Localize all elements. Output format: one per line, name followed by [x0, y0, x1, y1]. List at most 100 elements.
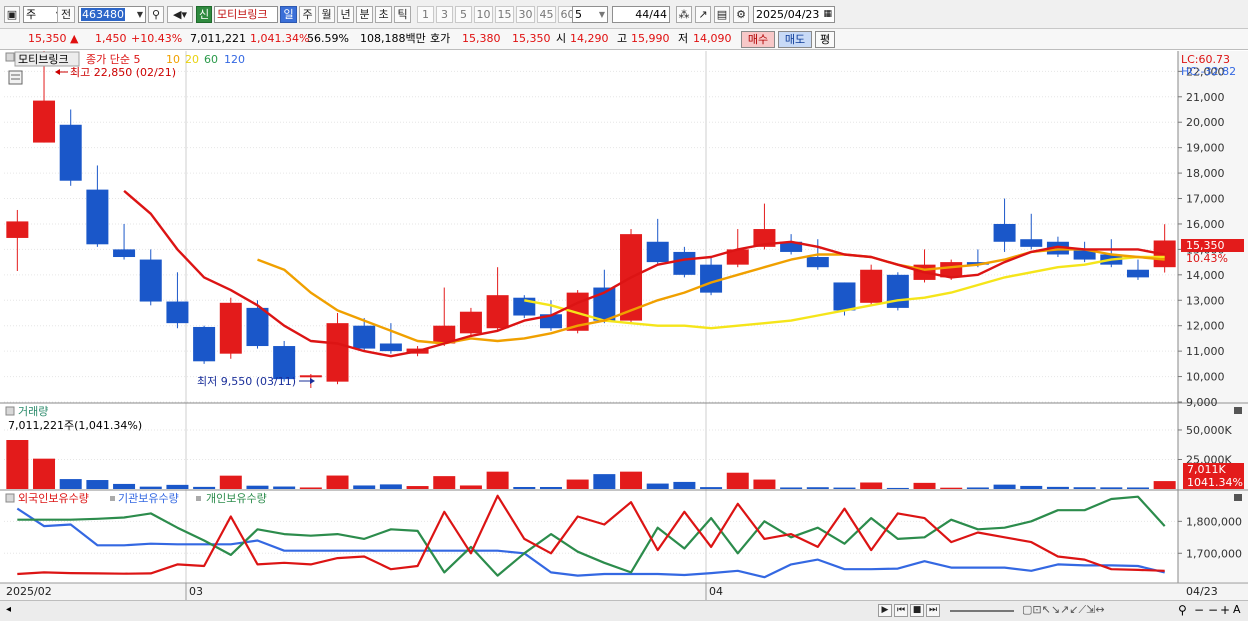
quote-info-bar: 15,350 ▲ 1,450 +10.43% 7,011,221 1,041.3… — [0, 29, 1248, 50]
buy-button[interactable]: 매수 — [741, 31, 775, 48]
volume-bar — [6, 440, 29, 489]
evaluate-button[interactable]: 평 — [815, 31, 835, 48]
period-tab[interactable]: 틱 — [394, 6, 411, 23]
scroll-left-icon[interactable]: ◂ — [6, 603, 11, 617]
pane-handle-icon[interactable] — [5, 493, 15, 503]
volume-bar — [246, 485, 269, 489]
sell-button[interactable]: 매도 — [778, 31, 812, 48]
volume-bar — [353, 485, 376, 489]
legend-ma60: 60 — [204, 53, 218, 66]
candle-body — [1020, 239, 1043, 247]
volume-bar — [539, 486, 562, 489]
volume-bar — [379, 484, 402, 489]
candle-body — [6, 221, 29, 238]
volume-bar — [1153, 481, 1176, 489]
candle-body — [459, 311, 482, 334]
zoom-slider[interactable] — [950, 610, 1014, 612]
period-tab[interactable]: 일 — [280, 6, 297, 23]
volume-bar — [833, 487, 856, 489]
save-icon[interactable]: ▤ — [714, 6, 730, 23]
candle-body — [673, 251, 696, 275]
play-icon[interactable]: ▶ — [878, 604, 892, 617]
volume-pct-tag-text: 1041.34% — [1187, 476, 1243, 489]
volume-bar — [459, 485, 482, 489]
period-tab[interactable]: 초 — [375, 6, 392, 23]
volume-bar — [33, 458, 56, 489]
volume-bar — [1046, 486, 1069, 489]
y-tick-label: 14,000 — [1186, 269, 1225, 282]
volume-bar — [780, 487, 803, 489]
speaker-icon[interactable]: ◀▾ — [167, 6, 193, 23]
data-count-field[interactable]: 44/44 — [612, 6, 670, 23]
gear-icon[interactable]: ⚙ — [733, 6, 749, 23]
volume-bar — [486, 471, 509, 489]
stock-name-field[interactable]: 모티브링크 — [214, 6, 278, 23]
candle-body — [299, 375, 322, 378]
y-tick-label: 21,000 — [1186, 91, 1225, 104]
stop-icon[interactable]: ■ — [910, 604, 924, 617]
volume-bar — [1073, 487, 1096, 489]
date-field[interactable]: 2025/04/23 ▦ — [753, 6, 835, 23]
current-price: 15,350 ▲ — [28, 32, 79, 45]
period-tab[interactable]: 년 — [337, 6, 354, 23]
draw-tool-icon[interactable]: ↗ — [695, 6, 711, 23]
pane-handle-icon[interactable] — [5, 52, 15, 62]
minus-icon[interactable]: − — [1208, 603, 1218, 617]
candle-body — [353, 325, 376, 349]
interval-tab[interactable]: 45 — [537, 6, 556, 23]
zoom-out-icon[interactable]: − — [1194, 603, 1204, 617]
interval-tab[interactable]: 30 — [516, 6, 535, 23]
window-menu-icon[interactable]: ▣ — [4, 6, 20, 23]
interval-tab[interactable]: 5 — [455, 6, 472, 23]
legend-individual: 개인보유수량 — [206, 492, 267, 505]
stock-code-input[interactable]: 463480 ▼ — [78, 6, 146, 23]
candle-body — [993, 223, 1016, 242]
volume-bar — [1126, 487, 1149, 489]
volume-bar — [753, 479, 776, 489]
legend-marker — [110, 496, 115, 501]
indicator-icon[interactable]: ⁂ — [676, 6, 692, 23]
zoom-icon[interactable]: ⚲ — [1178, 603, 1187, 617]
drawing-tools-icon[interactable]: ▢⊡↖↘↗↙⟋⇲↔ — [1022, 603, 1105, 617]
interval-select[interactable]: 5 ▼ — [572, 6, 608, 23]
volume-bar — [993, 484, 1016, 489]
code-prefix-button[interactable]: 전 — [57, 6, 75, 23]
candle-body — [486, 295, 509, 329]
volume-current-tag-text: 7,011K — [1187, 463, 1226, 476]
legend-marker — [196, 496, 201, 501]
y-tick-label: 18,000 — [1186, 167, 1225, 180]
date-value: 2025/04/23 — [756, 8, 820, 21]
period-tab[interactable]: 월 — [318, 6, 335, 23]
chart-scrollbar[interactable]: ◂ ▶ ⏮ ■ ⏭ ▢⊡↖↘↗↙⟋⇲↔ ⚲ − − + A — [0, 600, 1248, 621]
data-count-value: 44 — [635, 8, 650, 21]
current-change-tag-text: 10.43% — [1186, 252, 1228, 265]
legend-ma120: 120 — [224, 53, 245, 66]
pane-close-icon[interactable] — [1234, 407, 1242, 414]
interval-tab[interactable]: 15 — [495, 6, 514, 23]
data-count-total: /44 — [649, 8, 667, 21]
plus-icon[interactable]: + — [1220, 603, 1230, 617]
search-icon[interactable]: ⚲ — [148, 6, 164, 23]
period-tab[interactable]: 분 — [356, 6, 373, 23]
volume-bar — [886, 487, 909, 489]
last-icon[interactable]: ⏭ — [926, 604, 940, 617]
volume-bar — [86, 480, 109, 489]
font-size-icon[interactable]: A — [1233, 603, 1241, 617]
interval-tab[interactable]: 10 — [474, 6, 493, 23]
y-tick-label: 13,000 — [1186, 294, 1225, 307]
candle-body — [193, 326, 216, 362]
period-tab[interactable]: 주 — [299, 6, 316, 23]
pane-handle-icon[interactable] — [5, 406, 15, 416]
volume-ratio: 1,041.34% — [250, 32, 310, 45]
candle-body — [59, 124, 82, 181]
x-label-mar: 03 — [189, 585, 203, 598]
interval-tab[interactable]: 3 — [436, 6, 453, 23]
candle-body — [833, 282, 856, 311]
legend-institution: 기관보유수량 — [118, 492, 179, 505]
pane-close-icon[interactable] — [1234, 494, 1242, 501]
low-annotation-text: 최저 9,550 (03/11) — [197, 375, 296, 388]
first-icon[interactable]: ⏮ — [894, 604, 908, 617]
interval-tab[interactable]: 1 — [417, 6, 434, 23]
candle-body — [646, 241, 669, 263]
calculator-icon[interactable] — [8, 70, 23, 85]
